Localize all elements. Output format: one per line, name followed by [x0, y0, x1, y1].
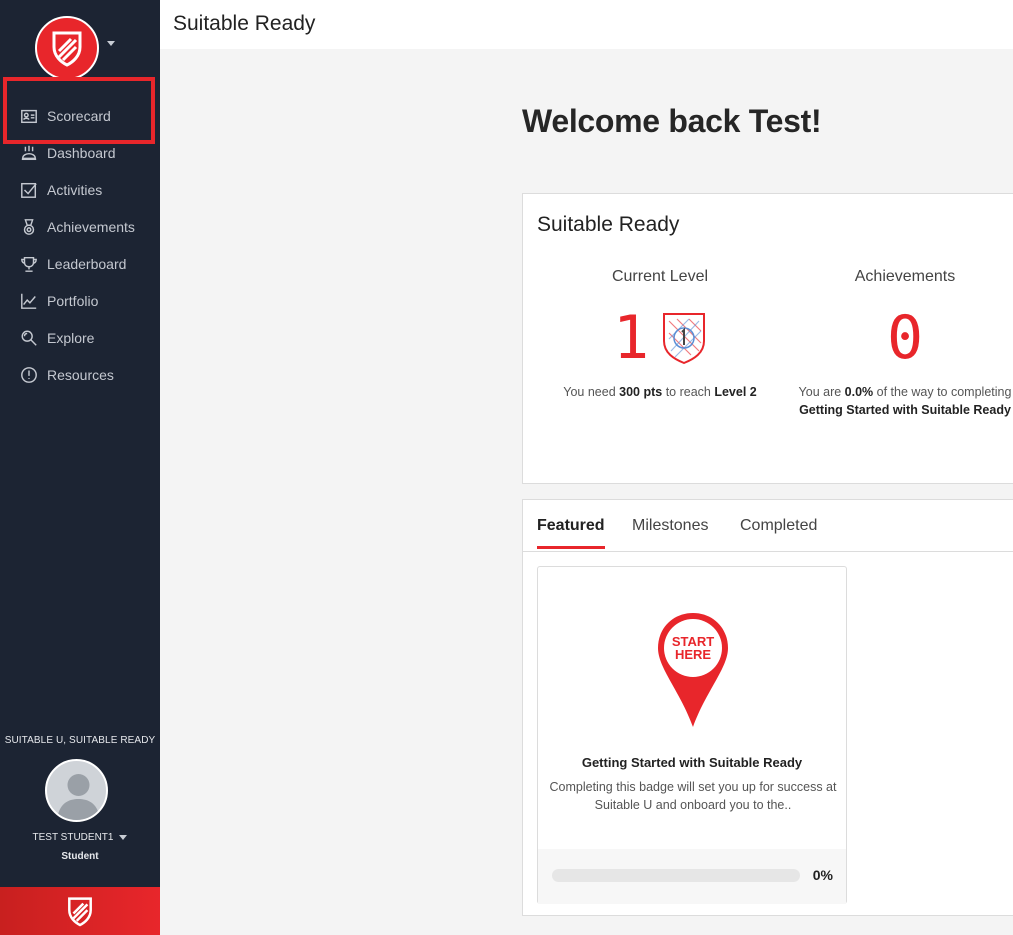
level-shield-icon	[663, 313, 706, 365]
sidebar-item-label: Resources	[47, 366, 114, 383]
note-text: You are	[798, 385, 845, 399]
active-tab-indicator	[537, 546, 605, 549]
badge-tabs: Featured Milestones Completed	[523, 500, 1013, 552]
sidebar-item-label: Scorecard	[47, 107, 111, 124]
sidebar-item-label: Explore	[47, 329, 95, 346]
info-icon	[19, 365, 39, 385]
note-text: to reach	[662, 385, 715, 399]
pin-text-here: HERE	[675, 647, 711, 662]
achievement-target: Getting Started with Suitable Ready	[799, 403, 1011, 417]
user-name: TEST STUDENT1	[32, 832, 114, 843]
page-title: Suitable Ready	[173, 12, 316, 35]
achievements-value: 0	[886, 303, 924, 373]
user-role: Student	[61, 851, 99, 862]
sidebar: Scorecard Dashboard Activities Achieveme…	[0, 0, 160, 935]
sidebar-item-label: Activities	[47, 181, 103, 198]
trophy-icon	[19, 254, 39, 274]
welcome-heading: Welcome back Test!	[522, 103, 822, 139]
chevron-down-icon	[119, 834, 128, 840]
summary-card-title: Suitable Ready	[537, 213, 680, 236]
achievement-percent: 0.0%	[844, 385, 874, 399]
level-progress-note: You need 300 pts to reach Level 2	[543, 383, 777, 401]
magnifier-icon	[19, 328, 39, 348]
user-menu[interactable]: TEST STUDENT1	[0, 832, 160, 843]
badge-title: Getting Started with Suitable Ready	[581, 755, 803, 770]
shield-logo-icon	[68, 897, 92, 927]
current-level-value: 1	[612, 303, 650, 373]
sidebar-item-portfolio[interactable]: Portfolio	[0, 282, 160, 319]
shield-logo-icon	[52, 31, 82, 67]
brand-logo[interactable]	[35, 16, 99, 80]
medal-icon	[19, 217, 39, 237]
achievements-label: Achievements	[854, 268, 956, 285]
summary-card: Suitable Ready Current Level 1 You need …	[522, 193, 1013, 484]
sidebar-item-achievements[interactable]: Achievements	[0, 208, 160, 245]
note-text: of the way to completing	[873, 385, 1012, 399]
footer-brand	[0, 887, 160, 935]
sidebar-item-label: Dashboard	[47, 144, 116, 161]
checkbox-icon	[19, 180, 39, 200]
start-here-pin-icon: START HERE	[658, 613, 728, 727]
achievements-section: Achievements 0 You are 0.0% of the way t…	[793, 268, 1013, 417]
current-level-section: Current Level 1 You need 300 pts to reac…	[543, 268, 777, 399]
badge-progress-percent: 0%	[812, 867, 833, 883]
level-row: 1	[543, 308, 777, 368]
user-silhouette-icon	[57, 774, 100, 820]
tab-featured[interactable]: Featured	[537, 517, 605, 535]
next-level: Level 2	[714, 385, 757, 399]
tab-completed[interactable]: Completed	[740, 517, 817, 535]
sidebar-nav: Scorecard Dashboard Activities Achieveme…	[0, 97, 160, 393]
points-needed: 300 pts	[619, 385, 663, 399]
tab-milestones[interactable]: Milestones	[632, 517, 708, 535]
sidebar-item-label: Achievements	[47, 218, 135, 235]
achievements-progress-note: You are 0.0% of the way to completing Ge…	[793, 383, 1013, 419]
badges-card: Featured Milestones Completed START HERE…	[522, 499, 1013, 916]
organization-name: SUITABLE U, SUITABLE READY	[4, 735, 156, 746]
dashboard-icon	[19, 143, 39, 163]
sidebar-item-label: Leaderboard	[47, 255, 127, 272]
sidebar-item-dashboard[interactable]: Dashboard	[0, 134, 160, 171]
top-bar: Suitable Ready	[160, 0, 1013, 49]
sidebar-item-label: Portfolio	[47, 292, 99, 309]
sidebar-item-scorecard[interactable]: Scorecard	[0, 97, 160, 134]
badge-card-getting-started[interactable]: START HERE Getting Started with Suitable…	[537, 566, 847, 904]
sidebar-item-explore[interactable]: Explore	[0, 319, 160, 356]
avatar[interactable]	[45, 759, 108, 822]
badge-description: Completing this badge will set you up fo…	[549, 780, 837, 812]
current-level-label: Current Level	[611, 268, 709, 285]
note-text: You need	[563, 385, 620, 399]
chart-icon	[19, 291, 39, 311]
badge-footer: 0%	[538, 849, 846, 904]
sidebar-item-leaderboard[interactable]: Leaderboard	[0, 245, 160, 282]
sidebar-item-resources[interactable]: Resources	[0, 356, 160, 393]
scorecard-icon	[19, 106, 39, 126]
badge-progress-bar	[552, 869, 800, 882]
logo-dropdown-caret-icon[interactable]	[107, 41, 115, 46]
sidebar-item-activities[interactable]: Activities	[0, 171, 160, 208]
